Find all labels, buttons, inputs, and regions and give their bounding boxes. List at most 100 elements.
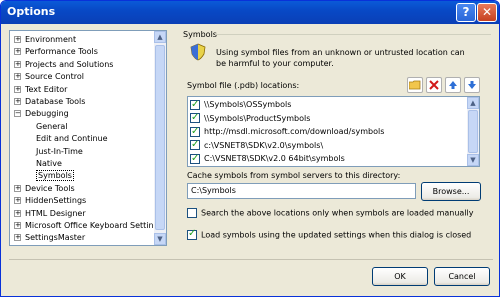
tree-item-label: Performance Tools	[25, 47, 98, 57]
title-bar[interactable]: Options ? ✕	[1, 1, 499, 24]
section-title: Symbols	[183, 30, 217, 39]
tree-item[interactable]: General	[36, 121, 68, 133]
tree-item-label: Projects and Solutions	[25, 59, 114, 69]
location-checkbox[interactable]	[190, 125, 200, 138]
ok-button[interactable]: OK	[372, 267, 428, 286]
load-updated-option[interactable]: Load symbols using the updated settings …	[187, 228, 472, 240]
scroll-down-button[interactable]: ▼	[154, 233, 166, 245]
tree-item[interactable]: + SettingsMaster	[14, 232, 85, 244]
tree-scrollbar[interactable]: ▲ ▼	[154, 31, 166, 245]
tree-item[interactable]: + Text Editor	[14, 84, 67, 96]
location-row[interactable]: http://msdl.microsoft.com/download/symbo…	[190, 125, 465, 138]
tree-item-label: HTML Designer	[25, 208, 86, 218]
tree-item[interactable]: Native	[36, 158, 62, 170]
expand-icon[interactable]: +	[14, 36, 21, 43]
location-path: http://msdl.microsoft.com/download/symbo…	[204, 127, 385, 136]
search-manual-checkbox[interactable]	[187, 208, 197, 218]
location-row[interactable]: C:\VSNET8\SDK\v2.0 64bit\symbols	[190, 152, 465, 165]
list-scroll-thumb[interactable]	[468, 110, 478, 153]
cancel-button[interactable]: Cancel	[434, 267, 490, 286]
tree-item[interactable]: Symbols	[36, 170, 74, 182]
move-up-button[interactable]	[445, 77, 461, 93]
tree-item[interactable]: + Source Control	[14, 71, 84, 83]
tree-item-label: General	[36, 121, 68, 131]
arrow-up-icon	[449, 81, 457, 89]
load-updated-label: Load symbols using the updated settings …	[201, 230, 472, 240]
arrow-down-icon	[468, 81, 476, 89]
load-updated-checkbox[interactable]	[187, 228, 197, 240]
expand-icon[interactable]: +	[14, 209, 21, 217]
tree-item-label: Source Control	[25, 72, 84, 82]
locations-label: Symbol file (.pdb) locations:	[187, 81, 300, 90]
symbol-locations-list[interactable]: \\Symbols\OSSymbols \\Symbols\ProductSymb…	[187, 96, 480, 167]
tree-item[interactable]: + HiddenSettings	[14, 195, 86, 207]
tree-item[interactable]: + Projects and Solutions	[14, 59, 113, 71]
options-tree[interactable]: + Environment + Performance Tools + Projects …	[9, 30, 167, 246]
tree-item-label: Microsoft Office Keyboard Settings	[25, 221, 163, 230]
new-folder-button[interactable]	[407, 77, 423, 93]
tree-item[interactable]: Edit and Continue	[36, 133, 108, 145]
folder-icon	[408, 80, 421, 90]
collapse-icon[interactable]: −	[14, 110, 21, 118]
list-scroll-down-button[interactable]: ▼	[467, 154, 479, 166]
delete-button[interactable]	[426, 77, 442, 93]
tree-item[interactable]: + Device Tools	[14, 183, 75, 195]
search-manual-option[interactable]: Search the above locations only when sym…	[187, 208, 473, 218]
browse-button[interactable]: Browse...	[421, 182, 481, 201]
location-path: \\Symbols\OSSymbols	[204, 100, 292, 109]
expand-icon[interactable]: +	[14, 234, 21, 242]
tree-item-label: Edit and Continue	[36, 134, 108, 144]
location-checkbox[interactable]	[190, 111, 200, 124]
help-button[interactable]: ?	[456, 3, 476, 22]
location-row[interactable]: c:\VSNET8\SDK\v2.0\symbols\	[190, 138, 465, 152]
expand-icon[interactable]: +	[14, 48, 21, 56]
tree-item-label: Text Editor	[25, 84, 68, 94]
shield-warning-icon	[190, 43, 206, 61]
location-path: c:\VSNET8\SDK\v2.0\symbols\	[204, 140, 324, 150]
delete-icon	[429, 80, 439, 90]
footer-divider	[9, 259, 493, 260]
tree-item[interactable]: + Performance Tools	[14, 46, 98, 58]
search-manual-label: Search the above locations only when sym…	[201, 208, 474, 218]
location-checkbox[interactable]	[190, 98, 200, 111]
options-dialog: Options ? ✕ + Environment + Performance Too…	[0, 0, 500, 297]
expand-icon[interactable]: +	[14, 73, 21, 81]
tree-item[interactable]: + Microsoft Office Keyboard Settings	[14, 220, 163, 232]
window-title: Options	[7, 5, 56, 18]
tree-item-label: Debugging	[25, 109, 69, 119]
location-checkbox[interactable]	[190, 138, 200, 151]
tree-item-label: Native	[36, 159, 62, 168]
location-path: C:\VSNET8\SDK\v2.0 64bit\symbols	[204, 154, 345, 163]
expand-icon[interactable]: +	[14, 85, 21, 93]
expand-icon[interactable]: +	[14, 60, 21, 68]
location-row[interactable]: \\Symbols\ProductSymbols	[190, 111, 465, 125]
tree-item[interactable]: + Environment	[14, 34, 76, 46]
tree-item-label: HiddenSettings	[25, 196, 87, 206]
tree-item[interactable]: + Database Tools	[14, 96, 85, 108]
location-checkbox[interactable]	[190, 152, 200, 165]
tree-item-label: Symbols	[36, 170, 74, 182]
cache-directory-input[interactable]: C:\Symbols	[187, 183, 416, 199]
close-button[interactable]: ✕	[477, 3, 497, 22]
section-divider	[215, 34, 491, 35]
expand-icon[interactable]: +	[14, 98, 21, 105]
scroll-thumb[interactable]	[155, 45, 165, 230]
tree-item[interactable]: + HTML Designer	[14, 208, 86, 220]
expand-icon[interactable]: +	[14, 222, 21, 229]
list-scrollbar[interactable]: ▲ ▼	[467, 97, 479, 166]
scroll-up-button[interactable]: ▲	[154, 31, 166, 43]
tree-item[interactable]: Just-In-Time	[36, 146, 83, 158]
tree-item-label: SettingsMaster	[25, 233, 86, 243]
untrusted-warning-text: Using symbol files from an unknown or un…	[216, 48, 465, 68]
location-row[interactable]: \\Symbols\OSSymbols	[190, 98, 465, 111]
tree-item[interactable]: − Debugging	[14, 108, 69, 120]
tree-item-label: Device Tools	[25, 183, 75, 193]
expand-icon[interactable]: +	[14, 197, 21, 205]
cache-label: Cache symbols from symbol servers to thi…	[187, 171, 401, 180]
expand-icon[interactable]: +	[14, 184, 21, 192]
location-path: \\Symbols\ProductSymbols	[204, 113, 311, 123]
tree-item-label: Just-In-Time	[36, 146, 83, 156]
move-down-button[interactable]	[464, 77, 480, 93]
list-scroll-up-button[interactable]: ▲	[467, 97, 479, 109]
tree-item-label: Database Tools	[25, 97, 86, 106]
